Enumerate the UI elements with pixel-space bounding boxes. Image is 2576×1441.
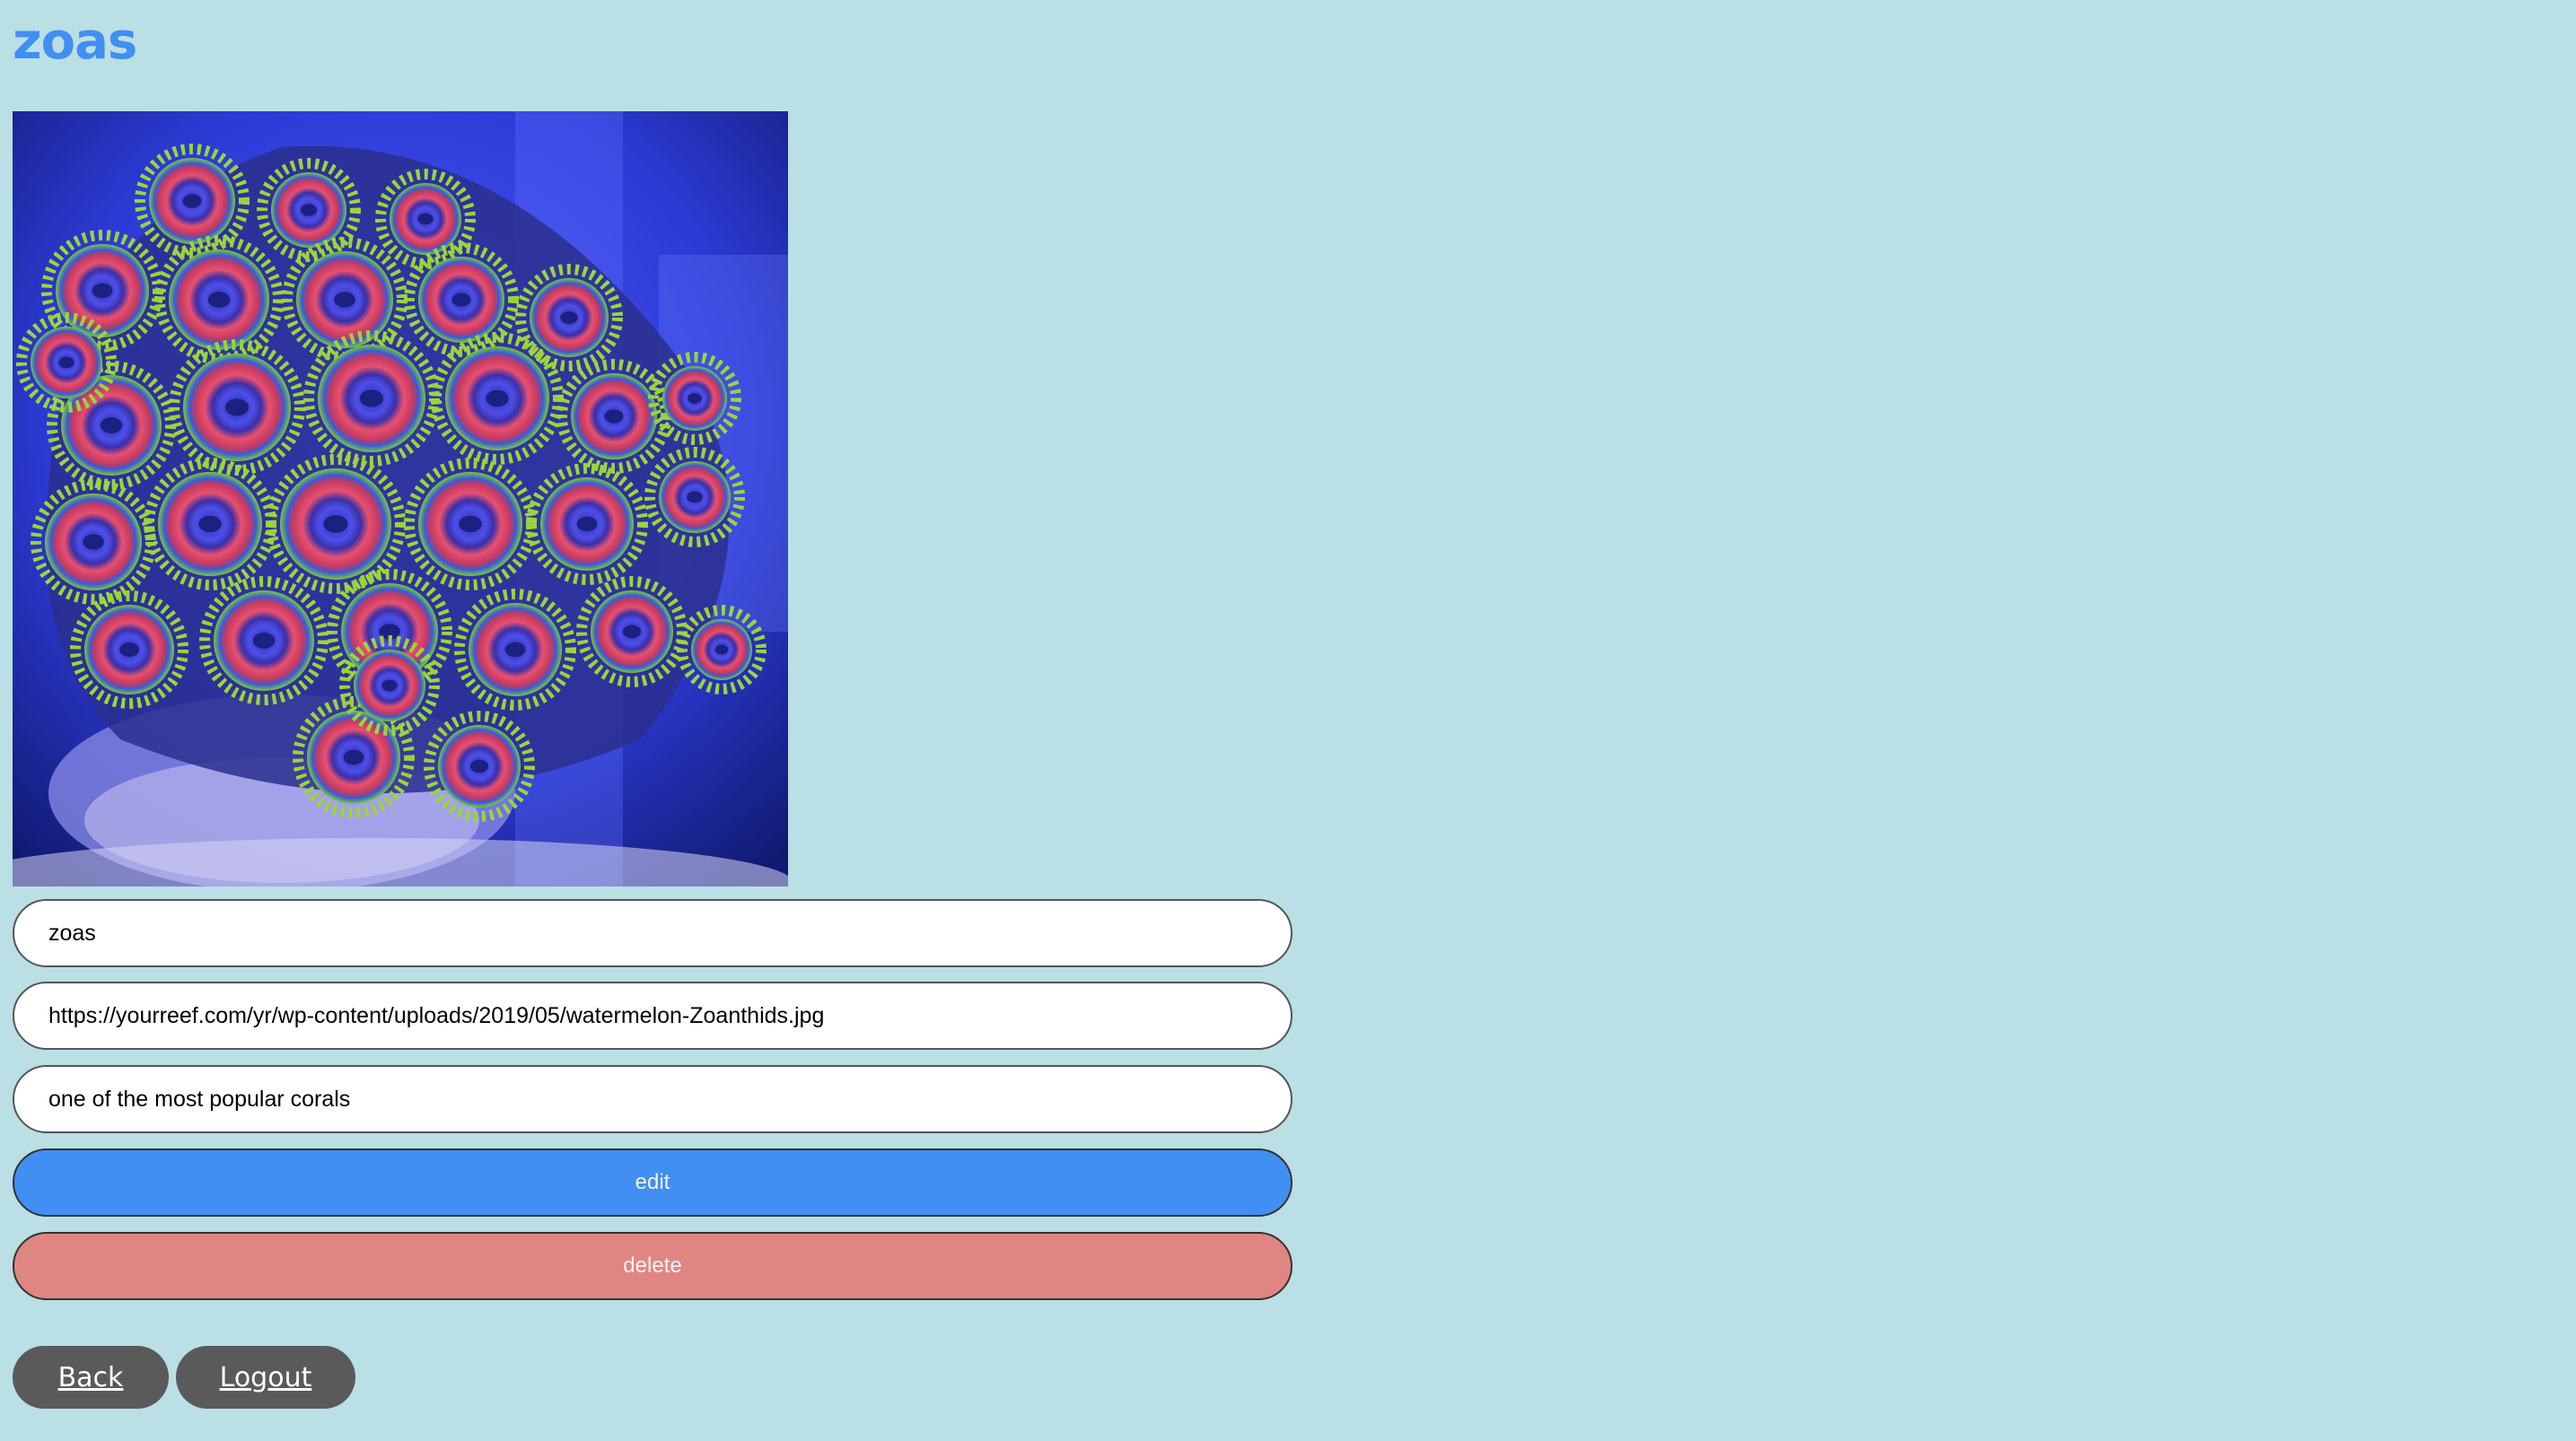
name-field[interactable]: [13, 899, 1292, 967]
edit-button[interactable]: edit: [13, 1148, 1292, 1217]
back-link[interactable]: Back: [13, 1346, 169, 1409]
coral-photo: [13, 111, 788, 886]
page-title: zoas: [13, 13, 137, 71]
image-url-field[interactable]: [13, 982, 1292, 1050]
logout-link[interactable]: Logout: [176, 1346, 355, 1409]
delete-button[interactable]: delete: [13, 1232, 1292, 1300]
description-field[interactable]: [13, 1065, 1292, 1133]
